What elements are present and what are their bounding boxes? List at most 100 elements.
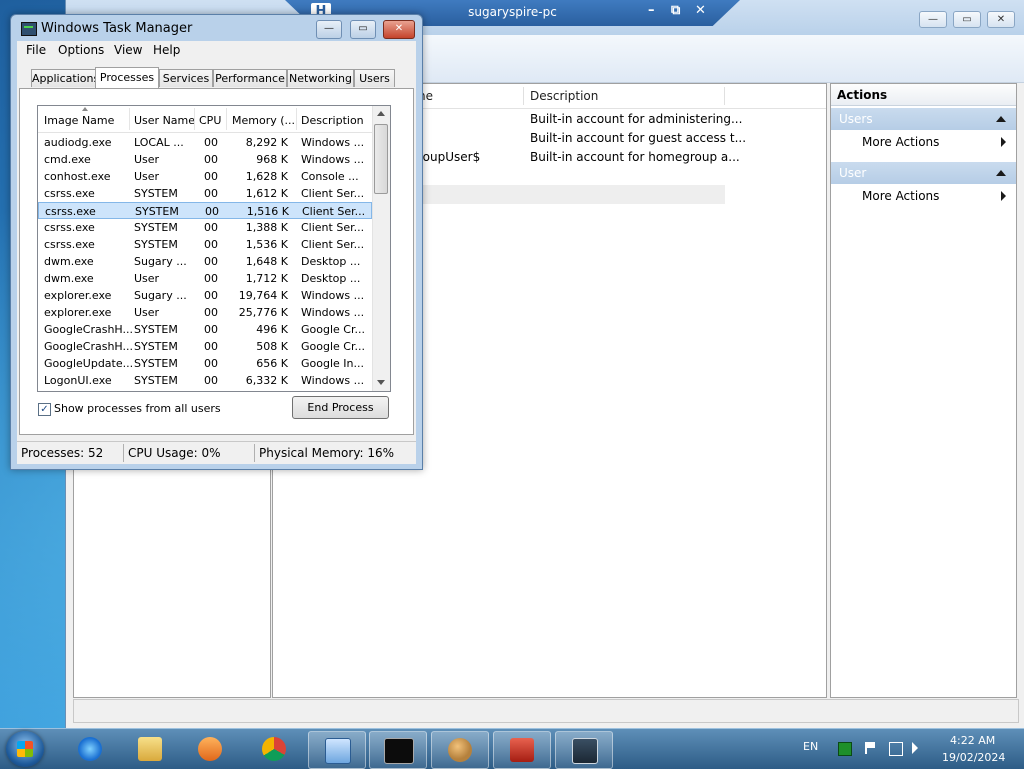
- process-memory: 656 K: [256, 357, 288, 370]
- taskbar-internet-explorer[interactable]: [62, 731, 118, 767]
- clock-time[interactable]: 4:22 AM: [950, 734, 995, 747]
- scroll-thumb[interactable]: [374, 124, 388, 194]
- process-cpu: 00: [204, 374, 218, 387]
- column-description[interactable]: Description: [301, 114, 364, 127]
- process-image-name: cmd.exe: [44, 153, 91, 166]
- actions-group-user[interactable]: User: [831, 162, 1016, 184]
- clock-date[interactable]: 19/02/2024: [942, 751, 1005, 764]
- taskbar-task-manager[interactable]: [555, 731, 613, 769]
- mgmt-minimize-button[interactable]: —: [919, 11, 947, 28]
- process-image-name: csrss.exe: [44, 221, 95, 234]
- actions-group-users[interactable]: Users: [831, 108, 1016, 130]
- column-cpu[interactable]: CPU: [199, 114, 221, 127]
- column-user-name[interactable]: User Name: [134, 114, 195, 127]
- process-image-name: explorer.exe: [44, 289, 112, 302]
- taskbar-command-prompt[interactable]: [369, 731, 427, 769]
- process-memory: 19,764 K: [238, 289, 288, 302]
- menu-file[interactable]: File: [26, 43, 46, 57]
- process-image-name: csrss.exe: [44, 238, 95, 251]
- remote-minimize-button[interactable]: –: [648, 3, 655, 18]
- process-user-name: Sugary ...: [134, 255, 187, 268]
- show-all-users-checkbox[interactable]: ✓: [38, 403, 51, 416]
- language-indicator[interactable]: EN: [803, 740, 818, 753]
- tab-users[interactable]: Users: [354, 69, 395, 87]
- remote-restore-button[interactable]: ⧉: [671, 3, 680, 18]
- process-row[interactable]: conhost.exe User 00 1,628 K Console ...: [38, 168, 372, 185]
- process-list[interactable]: Image Name User Name CPU Memory (... Des…: [37, 105, 391, 392]
- taskbar-users-tool[interactable]: [431, 731, 489, 769]
- tab-services[interactable]: Services: [159, 69, 213, 87]
- process-user-name: SYSTEM: [134, 340, 178, 353]
- taskbar-chrome[interactable]: [246, 731, 302, 767]
- mgmt-close-button[interactable]: ✕: [987, 11, 1015, 28]
- process-row[interactable]: audiodg.exe LOCAL ... 00 8,292 K Windows ...: [38, 134, 372, 151]
- flag-icon[interactable]: [865, 742, 875, 754]
- taskbar-windows-explorer[interactable]: [122, 731, 178, 767]
- mgmt-maximize-button[interactable]: ▭: [953, 11, 981, 28]
- window-title: Windows Task Manager: [41, 21, 193, 36]
- vertical-scrollbar[interactable]: [372, 106, 390, 391]
- process-image-name: GoogleUpdate...: [44, 357, 134, 370]
- more-actions-users[interactable]: More Actions: [831, 131, 1016, 153]
- process-row[interactable]: dwm.exe User 00 1,712 K Desktop ...: [38, 270, 372, 287]
- processes-page: Image Name User Name CPU Memory (... Des…: [19, 88, 414, 435]
- column-description[interactable]: Description: [530, 89, 598, 103]
- tab-performance[interactable]: Performance: [213, 69, 287, 87]
- process-row[interactable]: explorer.exe Sugary ... 00 19,764 K Windows …: [38, 287, 372, 304]
- column-image-name[interactable]: Image Name: [44, 114, 114, 127]
- menu-options[interactable]: Options: [58, 43, 104, 57]
- process-cpu: 00: [204, 306, 218, 319]
- process-row[interactable]: GoogleCrashH... SYSTEM 00 496 K Google Cr...: [38, 321, 372, 338]
- process-user-name: LOCAL ...: [134, 136, 184, 149]
- process-row-selected[interactable]: csrss.exe SYSTEM 00 1,516 K Client Ser...: [38, 202, 372, 219]
- process-row[interactable]: explorer.exe User 00 25,776 K Windows ...: [38, 304, 372, 321]
- process-row[interactable]: csrss.exe SYSTEM 00 1,612 K Client Ser...: [38, 185, 372, 202]
- more-actions-user[interactable]: More Actions: [831, 185, 1016, 207]
- process-image-name: explorer.exe: [44, 306, 112, 319]
- taskbar-media-player[interactable]: [182, 731, 238, 767]
- tab-networking[interactable]: Networking: [287, 69, 354, 87]
- task-manager-titlebar[interactable]: Windows Task Manager — ▭ ✕: [11, 15, 422, 41]
- taskbar-computer-management[interactable]: [308, 731, 366, 769]
- process-row[interactable]: csrss.exe SYSTEM 00 1,388 K Client Ser...: [38, 219, 372, 236]
- process-description: Windows ...: [301, 153, 365, 166]
- process-row[interactable]: LogonUI.exe SYSTEM 00 6,332 K Windows ...: [38, 372, 372, 389]
- menu-help[interactable]: Help: [153, 43, 180, 57]
- process-user-name: SYSTEM: [134, 221, 178, 234]
- process-row[interactable]: cmd.exe User 00 968 K Windows ...: [38, 151, 372, 168]
- start-button[interactable]: [6, 731, 44, 767]
- folder-icon: [138, 737, 162, 761]
- status-processes: Processes: 52: [21, 446, 104, 460]
- process-row[interactable]: GoogleCrashH... SYSTEM 00 508 K Google Cr...: [38, 338, 372, 355]
- process-row[interactable]: GoogleUpdate... SYSTEM 00 656 K Google In...: [38, 355, 372, 372]
- process-cpu: 00: [205, 205, 219, 218]
- toolbox-icon: [510, 738, 534, 762]
- process-image-name: conhost.exe: [44, 170, 111, 183]
- minimize-button[interactable]: —: [316, 20, 342, 39]
- process-row[interactable]: dwm.exe Sugary ... 00 1,648 K Desktop ...: [38, 253, 372, 270]
- process-image-name: GoogleCrashH...: [44, 323, 134, 336]
- end-process-button[interactable]: End Process: [292, 396, 389, 419]
- volume-icon[interactable]: [912, 742, 918, 754]
- keyboard-icon[interactable]: [838, 742, 852, 756]
- tab-processes[interactable]: Processes: [95, 67, 159, 89]
- process-description: Google In...: [301, 357, 364, 370]
- process-user-name: User: [134, 153, 160, 166]
- process-description: Windows ...: [301, 374, 365, 387]
- tab-applications[interactable]: Applications: [31, 69, 99, 87]
- scroll-up-icon[interactable]: [377, 111, 385, 116]
- column-memory[interactable]: Memory (...: [232, 114, 295, 127]
- maximize-button[interactable]: ▭: [350, 20, 376, 39]
- process-cpu: 00: [204, 272, 218, 285]
- process-description: Google Cr...: [301, 323, 365, 336]
- close-button[interactable]: ✕: [383, 20, 415, 39]
- taskbar-toolbox[interactable]: [493, 731, 551, 769]
- remote-close-button[interactable]: ✕: [695, 3, 706, 18]
- menu-view[interactable]: View: [114, 43, 142, 57]
- scroll-down-icon[interactable]: [377, 380, 385, 385]
- process-user-name: User: [134, 306, 160, 319]
- process-cpu: 00: [204, 136, 218, 149]
- process-row[interactable]: csrss.exe SYSTEM 00 1,536 K Client Ser...: [38, 236, 372, 253]
- process-description: Client Ser...: [301, 238, 365, 251]
- network-icon[interactable]: [889, 742, 903, 756]
